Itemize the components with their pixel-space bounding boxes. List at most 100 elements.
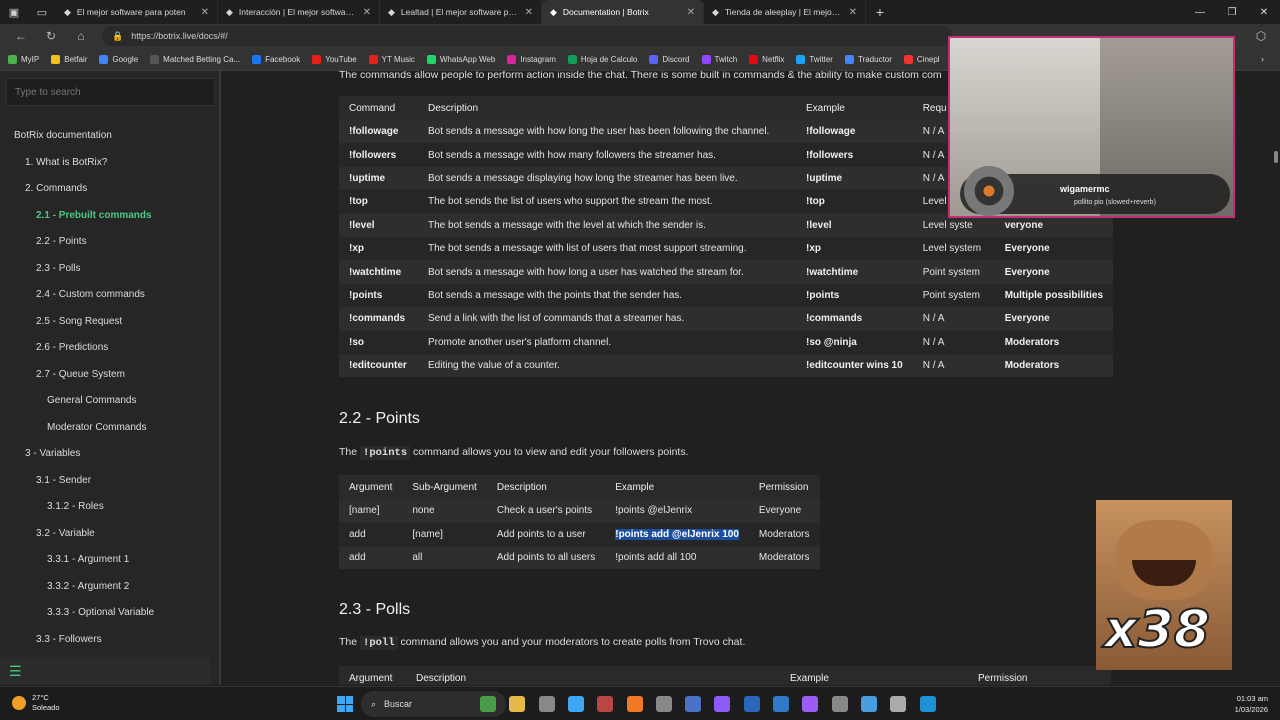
bookmark-favicon-icon	[99, 54, 109, 64]
polls-header-permission: Permission	[968, 666, 1111, 685]
clock[interactable]: 01:03 am 1/03/2026	[1235, 693, 1268, 715]
sidebar-nav-item[interactable]: 2.1 - Prebuilt commands	[36, 210, 152, 221]
taskbar-app-icon[interactable]	[919, 696, 936, 712]
sidebar-nav-item[interactable]: 1. What is BotRix?	[25, 157, 107, 168]
taskbar-app-icon[interactable]	[480, 696, 496, 712]
sidebar-nav-item[interactable]: 3.2 - Variable	[36, 528, 95, 539]
taskbar-app-icon[interactable]	[802, 696, 819, 712]
sidebar-nav-item[interactable]: 2. Commands	[25, 183, 87, 194]
bookmark-item[interactable]: Discord	[649, 54, 690, 64]
bookmark-item[interactable]: MyIP	[8, 54, 39, 64]
table-cell: Point system	[912, 283, 995, 308]
taskbar-app-icon[interactable]	[714, 696, 731, 712]
bookmark-item[interactable]: Netflix	[749, 54, 784, 64]
bookmark-item[interactable]: YouTube	[312, 54, 357, 64]
browser-tab[interactable]: ◆ El mejor software para poten ✕	[56, 0, 218, 24]
taskbar-app-icon[interactable]	[538, 696, 555, 712]
sidebar-nav-item[interactable]: 3.3 - Followers	[36, 634, 102, 645]
tab-close-icon[interactable]: ✕	[201, 7, 209, 18]
sidebar-nav-item[interactable]: 2.3 - Polls	[36, 263, 80, 274]
points-header-cell: Permission	[748, 475, 820, 499]
sidebar-nav-item[interactable]: 2.2 - Points	[36, 236, 87, 247]
extensions-icon[interactable]: ⬡	[1246, 29, 1276, 43]
sidebar-nav-item[interactable]: 3.3.2 - Argument 2	[47, 581, 129, 592]
table-row: !editcounter Editing the value of a count…	[339, 353, 1114, 378]
url-field[interactable]: 🔒 https://botrix.live/docs/#/	[102, 26, 952, 46]
taskbar-app-icon[interactable]	[626, 696, 643, 712]
table-cell: !uptime	[339, 166, 418, 191]
home-icon[interactable]: ⌂	[66, 29, 96, 43]
taskbar-app-icon[interactable]	[567, 696, 584, 712]
table-cell: !xp	[796, 236, 913, 261]
close-window-icon[interactable]: ✕	[1248, 0, 1280, 24]
taskbar-app-icon[interactable]	[597, 696, 614, 712]
sidebar-nav-item[interactable]: 3.3.1 - Argument 1	[47, 554, 129, 565]
minimize-icon[interactable]: —	[1184, 0, 1216, 24]
browser-tab[interactable]: ◆ Interacción | El mejor software pa ✕	[218, 0, 380, 24]
bookmark-item[interactable]: Matched Betting Ca...	[150, 54, 241, 64]
bookmark-label: Matched Betting Ca...	[163, 54, 241, 64]
sidebar-nav-item[interactable]: 3.1 - Sender	[36, 475, 91, 486]
browser-tab[interactable]: ◆ Documentation | Botrix ✕	[542, 0, 704, 24]
table-cell: Point system	[912, 260, 995, 284]
sidebar-nav-item[interactable]: Moderator Commands	[47, 422, 146, 433]
sidebar-nav-item[interactable]: 2.4 - Custom commands	[36, 289, 145, 300]
taskbar-app-icon[interactable]	[831, 696, 848, 712]
taskbar-app-icon[interactable]	[860, 696, 877, 712]
tab-close-icon[interactable]: ✕	[687, 7, 695, 18]
scrollbar-thumb[interactable]	[1274, 151, 1278, 163]
search-icon: ⌕	[371, 698, 377, 709]
bookmark-item[interactable]: Traductor	[844, 54, 892, 64]
taskbar-app-icon[interactable]	[685, 696, 702, 712]
menu-toggle-icon[interactable]: ☰	[0, 657, 211, 685]
bookmark-item[interactable]: Twitch	[701, 54, 737, 64]
tab-actions-icon[interactable]: ▭	[28, 0, 56, 24]
sidebar-nav-item[interactable]: General Commands	[47, 395, 136, 406]
taskbar-app-icon[interactable]	[743, 696, 760, 712]
tab-close-icon[interactable]: ✕	[849, 7, 857, 18]
table-cell: Check a user's points	[486, 499, 606, 523]
bookmark-item[interactable]: YT Music	[368, 54, 415, 64]
table-cell: Everyone	[994, 260, 1114, 284]
points-header-cell: Example	[605, 475, 749, 499]
bookmark-item[interactable]: Instagram	[507, 54, 556, 64]
bookmark-item[interactable]: Facebook	[252, 54, 300, 64]
sidebar-nav-item[interactable]: 3.3.3 - Optional Variable	[47, 607, 154, 618]
taskbar-app-icon[interactable]	[655, 696, 672, 712]
sidebar-nav-item[interactable]: 3 - Variables	[25, 448, 80, 459]
weather-widget[interactable]: 27°C Soleado	[12, 693, 60, 713]
workspaces-icon[interactable]: ▣	[0, 0, 28, 24]
table-cell: Moderators	[748, 522, 820, 546]
sidebar-nav-item[interactable]: 2.5 - Song Request	[36, 316, 122, 327]
taskbar-app-icon[interactable]	[890, 696, 907, 712]
start-icon[interactable]	[337, 696, 353, 712]
new-tab-icon[interactable]: +	[866, 0, 894, 24]
search-input[interactable]	[6, 78, 215, 106]
maximize-icon[interactable]: ❐	[1216, 0, 1248, 24]
taskbar-app-icon[interactable]	[509, 696, 526, 712]
sidebar-nav-item[interactable]: 3.1.2 - Roles	[47, 501, 104, 512]
browser-tab[interactable]: ◆ Lealtad | El mejor software para p ✕	[380, 0, 542, 24]
browser-tab[interactable]: ◆ Tienda de aleeplay | El mejor soft ✕	[704, 0, 866, 24]
refresh-icon[interactable]: ↻	[36, 29, 66, 43]
bookmark-item[interactable]: Twitter	[796, 54, 833, 64]
tab-favicon-icon: ◆	[388, 6, 395, 17]
bookmark-label: WhatsApp Web	[439, 54, 496, 64]
bookmark-item[interactable]: Betfair	[51, 54, 87, 64]
sidebar-nav-item[interactable]: 2.7 - Queue System	[36, 369, 125, 380]
table-cell: Bot sends a message displaying how long …	[418, 166, 796, 191]
table-cell: The bot sends a message with list of use…	[418, 236, 796, 261]
bookmark-item[interactable]: Cinepl	[903, 54, 940, 64]
table-cell: add	[339, 545, 403, 570]
bookmark-item[interactable]: Hoja de Calculo	[567, 54, 637, 64]
sidebar-nav-item[interactable]: 2.6 - Predictions	[36, 342, 108, 353]
tab-close-icon[interactable]: ✕	[363, 7, 371, 18]
table-cell: N / A	[912, 353, 995, 378]
tab-close-icon[interactable]: ✕	[525, 7, 533, 18]
bookmark-item[interactable]: Google	[99, 54, 138, 64]
bookmark-item[interactable]: WhatsApp Web	[426, 54, 496, 64]
back-icon[interactable]: ←	[6, 29, 36, 43]
sidebar-nav-item[interactable]: BotRix documentation	[14, 130, 112, 141]
taskbar-app-icon[interactable]	[773, 696, 789, 712]
bookmarks-more-icon[interactable]: ›	[1261, 54, 1264, 64]
